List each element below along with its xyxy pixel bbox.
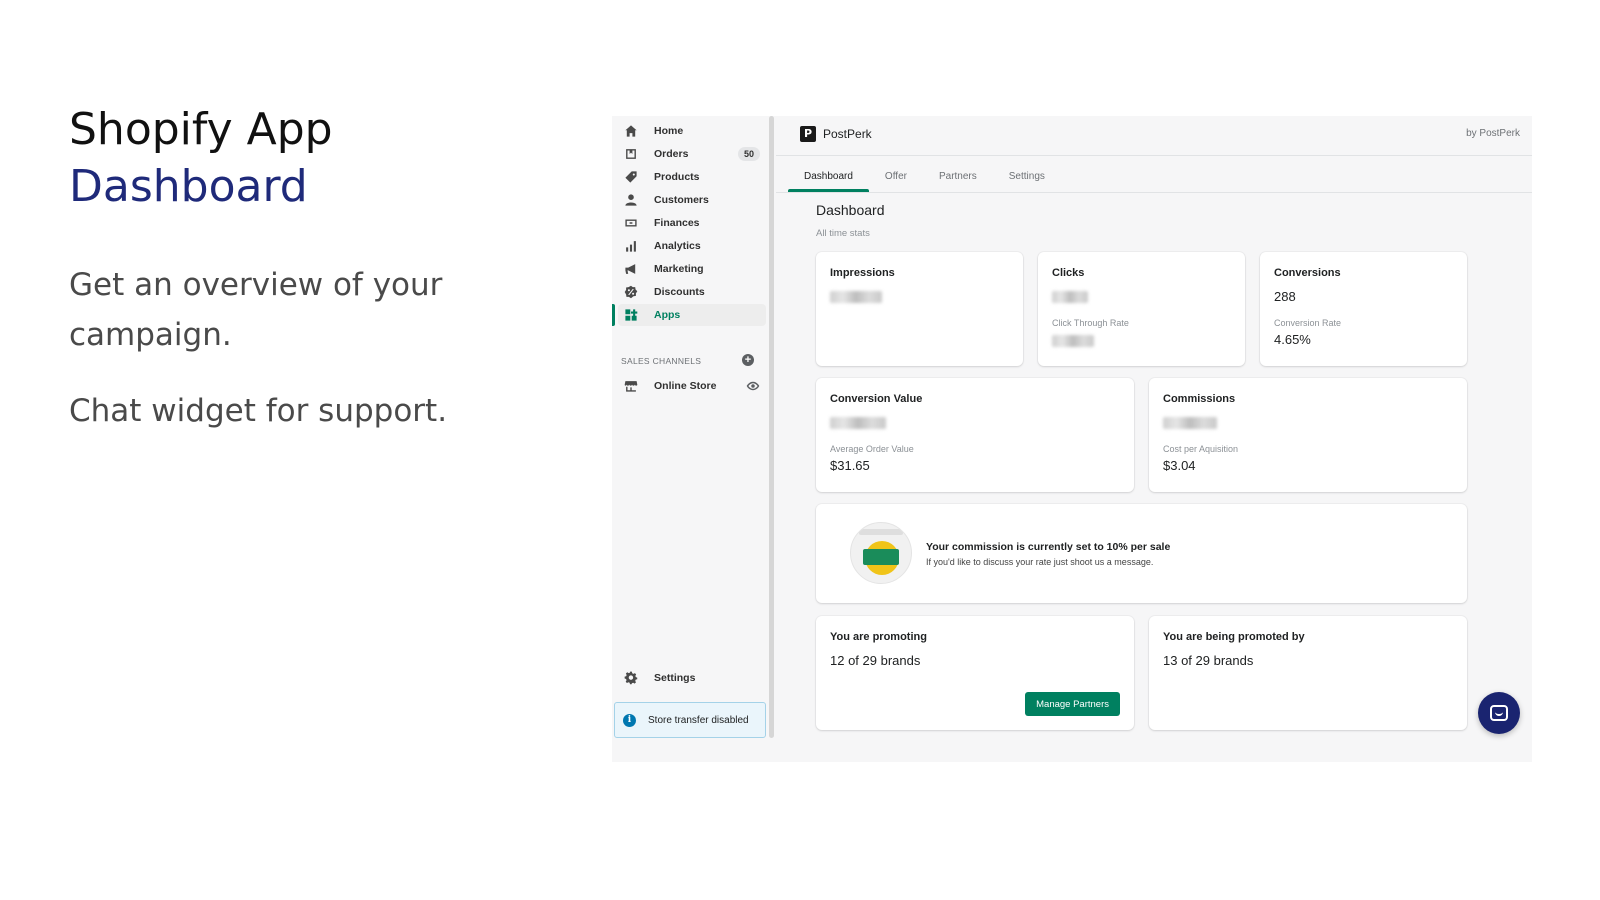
card-title: Commissions — [1163, 393, 1236, 405]
finances-icon — [624, 216, 638, 230]
conversion-value-blurred — [830, 417, 886, 429]
tag-icon — [624, 170, 638, 184]
card-sub-label: Average Order Value — [830, 444, 914, 454]
notice-text: Store transfer disabled — [648, 714, 749, 726]
sidebar-item-marketing[interactable]: Marketing — [618, 258, 766, 280]
promoting-value: 12 of 29 brands — [830, 653, 921, 668]
sidebar-item-online-store[interactable]: Online Store — [618, 375, 766, 397]
tabs-divider — [776, 192, 1532, 193]
average-order-value: $31.65 — [830, 458, 870, 473]
postperk-logo: P — [800, 126, 816, 142]
sidebar-item-label: Settings — [654, 672, 696, 684]
admin-sidebar: Home Orders 50 Products Customers Financ… — [612, 116, 772, 762]
card-title: You are being promoted by — [1163, 631, 1305, 643]
promoting-card: You are promoting 12 of 29 brands Manage… — [816, 616, 1134, 730]
store-icon — [624, 379, 638, 393]
person-icon — [624, 193, 638, 207]
chat-widget-button[interactable] — [1478, 692, 1520, 734]
conversion-value-card: Conversion Value Average Order Value $31… — [816, 378, 1134, 492]
store-transfer-notice: i Store transfer disabled — [614, 702, 766, 738]
card-title: Impressions — [830, 267, 895, 279]
sidebar-item-label: Finances — [654, 217, 700, 229]
view-store-eye-icon[interactable] — [746, 379, 760, 393]
card-sub-label: Conversion Rate — [1274, 318, 1342, 328]
discount-icon — [624, 285, 638, 299]
app-screenshot: Home Orders 50 Products Customers Financ… — [612, 116, 1532, 762]
tab-partners[interactable]: Partners — [923, 160, 993, 192]
sidebar-item-label: Apps — [654, 309, 681, 321]
active-indicator — [612, 304, 615, 326]
sidebar-scrollbar[interactable] — [769, 116, 774, 738]
page-subtitle: All time stats — [816, 228, 870, 239]
app-main: P PostPerk by PostPerk Dashboard Offer P… — [776, 116, 1532, 762]
add-sales-channel-icon[interactable]: + — [742, 354, 754, 366]
promoted-by-card: You are being promoted by 13 of 29 brand… — [1149, 616, 1467, 730]
sidebar-item-label: Online Store — [654, 380, 717, 392]
sidebar-item-products[interactable]: Products — [618, 166, 766, 188]
sales-channels-label: SALES CHANNELS — [621, 356, 702, 366]
tab-settings[interactable]: Settings — [993, 160, 1061, 192]
card-title: Conversions — [1274, 267, 1341, 279]
sidebar-item-label: Customers — [654, 194, 709, 206]
hero: Shopify App Dashboard Get an overview of… — [69, 102, 549, 436]
sidebar-item-label: Home — [654, 125, 684, 137]
commissions-card: Commissions Cost per Aquisition $3.04 — [1149, 378, 1467, 492]
gear-icon — [624, 671, 638, 685]
commission-rate-text: If you'd like to discuss your rate just … — [926, 557, 1154, 567]
bar-chart-icon — [624, 239, 638, 253]
sidebar-item-settings[interactable]: Settings — [618, 667, 766, 689]
clicks-card: Clicks Click Through Rate — [1038, 252, 1245, 366]
sidebar-item-label: Products — [654, 171, 700, 183]
sidebar-item-finances[interactable]: Finances — [618, 212, 766, 234]
card-title: You are promoting — [830, 631, 927, 643]
card-sub-label: Click Through Rate — [1052, 318, 1129, 328]
card-title: Clicks — [1052, 267, 1085, 279]
app-name: PostPerk — [823, 127, 872, 141]
cost-per-acquisition-value: $3.04 — [1163, 458, 1196, 473]
conversions-value: 288 — [1274, 289, 1296, 304]
commission-rate-title: Your commission is currently set to 10% … — [926, 541, 1171, 553]
sidebar-item-apps[interactable]: Apps — [618, 304, 766, 326]
impressions-card: Impressions — [816, 252, 1023, 366]
conversions-card: Conversions 288 Conversion Rate 4.65% — [1260, 252, 1467, 366]
hero-paragraph-overview: Get an overview of your campaign. — [69, 267, 443, 353]
sidebar-item-label: Orders — [654, 148, 689, 160]
sidebar-item-discounts[interactable]: Discounts — [618, 281, 766, 303]
page-title: Dashboard — [816, 202, 885, 218]
hero-subtitle: Dashboard — [69, 161, 308, 212]
app-by-line: by PostPerk — [1466, 128, 1520, 139]
hero-paragraph-chat: Chat widget for support. — [69, 393, 448, 429]
commission-rate-banner: Your commission is currently set to 10% … — [816, 504, 1467, 603]
tab-offer[interactable]: Offer — [869, 160, 923, 192]
card-sub-label: Cost per Aquisition — [1163, 444, 1239, 454]
sidebar-item-orders[interactable]: Orders 50 — [618, 143, 766, 165]
apps-icon — [624, 308, 638, 322]
hero-title: Shopify App — [69, 104, 333, 155]
commissions-value-blurred — [1163, 417, 1217, 429]
ctr-value-blurred — [1052, 335, 1094, 347]
megaphone-icon — [624, 262, 638, 276]
chat-icon — [1490, 705, 1508, 721]
home-icon — [624, 124, 638, 138]
app-tabs: Dashboard Offer Partners Settings — [788, 160, 1061, 192]
sidebar-item-analytics[interactable]: Analytics — [618, 235, 766, 257]
impressions-value-blurred — [830, 291, 882, 303]
sidebar-item-label: Discounts — [654, 286, 705, 298]
orders-icon — [624, 147, 638, 161]
app-topbar: P PostPerk by PostPerk — [776, 116, 1532, 156]
sidebar-item-home[interactable]: Home — [618, 120, 766, 142]
manage-partners-button[interactable]: Manage Partners — [1025, 692, 1120, 716]
sidebar-item-label: Marketing — [654, 263, 704, 275]
sidebar-item-label: Analytics — [654, 240, 701, 252]
card-title: Conversion Value — [830, 393, 923, 405]
orders-count-badge: 50 — [737, 147, 760, 161]
sidebar-item-customers[interactable]: Customers — [618, 189, 766, 211]
clicks-value-blurred — [1052, 291, 1088, 303]
conversion-rate-value: 4.65% — [1274, 332, 1311, 347]
tab-dashboard[interactable]: Dashboard — [788, 160, 869, 192]
promoted-by-value: 13 of 29 brands — [1163, 653, 1254, 668]
money-illustration-icon — [850, 522, 912, 584]
info-icon: i — [623, 713, 636, 727]
